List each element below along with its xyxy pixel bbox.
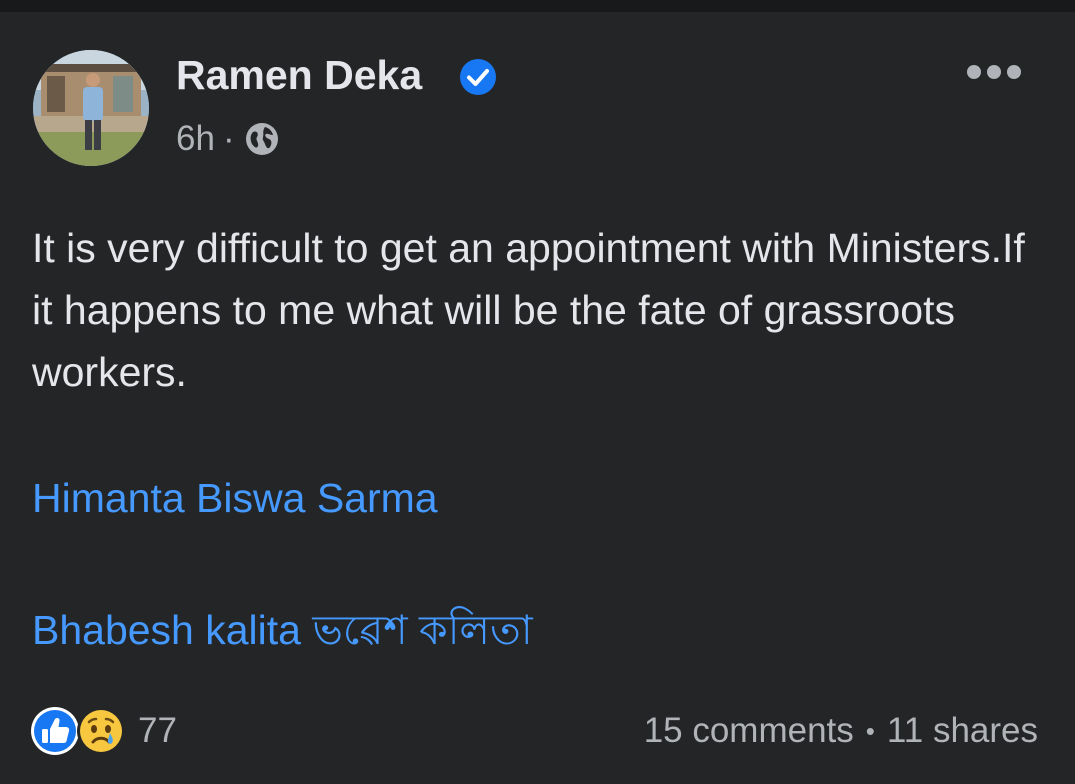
reaction-count: 77 <box>138 711 177 750</box>
like-icon <box>31 707 79 755</box>
globe-icon[interactable] <box>245 122 279 156</box>
comments-count[interactable]: 15 comments <box>644 711 854 751</box>
post-text: It is very difficult to get an appointme… <box>32 225 1025 395</box>
mention-link[interactable]: Himanta Biswa Sarma <box>32 475 438 522</box>
avatar[interactable] <box>33 50 149 166</box>
avatar-photo <box>33 50 149 166</box>
engagement-stats: 15 comments • 11 shares <box>644 709 1038 753</box>
sad-icon <box>77 707 125 755</box>
meta-separator: · <box>222 119 235 158</box>
stats-separator: • <box>865 715 875 746</box>
post-card: Ramen Deka 6h · It is very difficult to … <box>0 12 1075 784</box>
shares-count[interactable]: 11 shares <box>887 711 1038 751</box>
post-meta: 6h · <box>176 118 279 160</box>
verified-badge-icon <box>460 59 496 95</box>
top-bar <box>0 0 1075 12</box>
reactions-summary[interactable]: 77 <box>30 705 177 757</box>
author-name[interactable]: Ramen Deka <box>176 52 422 99</box>
more-options-icon[interactable] <box>966 64 1022 80</box>
post-time[interactable]: 6h <box>176 119 215 159</box>
mention-link[interactable]: Bhabesh kalita ভৱেশ কলিতা <box>32 599 533 668</box>
